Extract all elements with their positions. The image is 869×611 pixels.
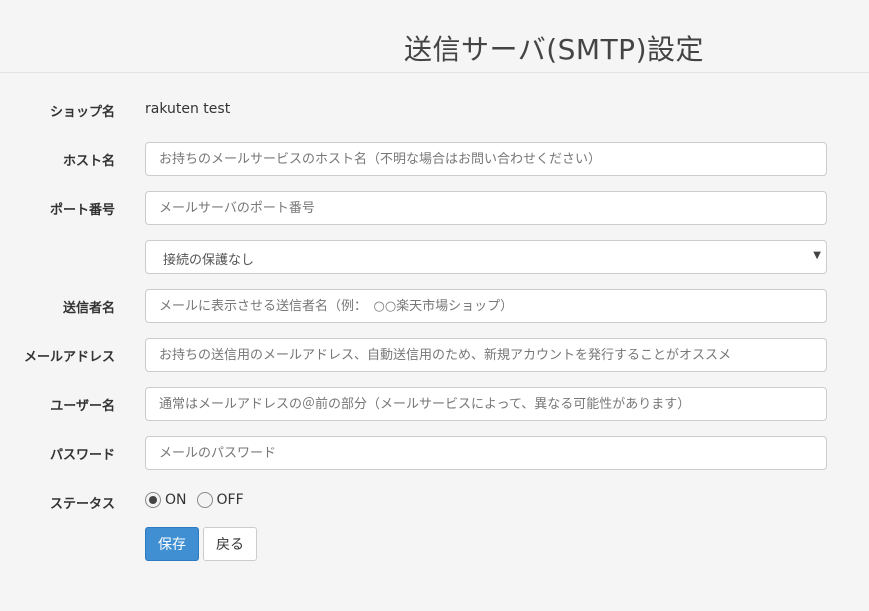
sender-name-label: 送信者名 — [62, 301, 115, 316]
shop-name-value: rakuten test — [145, 101, 231, 117]
sender-name-input[interactable] — [145, 289, 827, 323]
email-input[interactable] — [145, 338, 827, 372]
caret-down-icon: ▼ — [813, 250, 821, 261]
smtp-settings-page: 送信サーバ(SMTP)設定 ショップ名 rakuten test ホスト名 ポー… — [0, 0, 869, 611]
status-on-label: ON — [165, 492, 187, 508]
username-input[interactable] — [145, 387, 827, 421]
host-input[interactable] — [145, 142, 827, 176]
security-select[interactable]: 接続の保護なし ▼ — [145, 240, 827, 274]
status-off-label: OFF — [216, 492, 244, 508]
status-on-option[interactable]: ON — [145, 492, 187, 508]
shop-name-label: ショップ名 — [49, 105, 115, 120]
header: 送信サーバ(SMTP)設定 — [0, 0, 869, 73]
host-label: ホスト名 — [62, 154, 115, 169]
status-off-radio[interactable] — [196, 492, 213, 508]
save-button[interactable]: 保存 — [145, 527, 199, 561]
port-label: ポート番号 — [49, 203, 115, 218]
page-title: 送信サーバ(SMTP)設定 — [404, 33, 704, 66]
port-input[interactable] — [145, 191, 827, 225]
password-label: パスワード — [49, 448, 115, 463]
email-label: メールアドレス — [23, 350, 115, 365]
password-input[interactable] — [145, 436, 827, 470]
status-on-radio[interactable] — [145, 492, 161, 508]
back-button[interactable]: 戻る — [203, 527, 257, 561]
status-label: ステータス — [49, 497, 115, 512]
status-radio-group: ON OFF — [145, 492, 254, 508]
status-off-option[interactable]: OFF — [196, 492, 244, 508]
username-label: ユーザー名 — [50, 399, 115, 414]
security-select-value: 接続の保護なし — [163, 253, 255, 268]
